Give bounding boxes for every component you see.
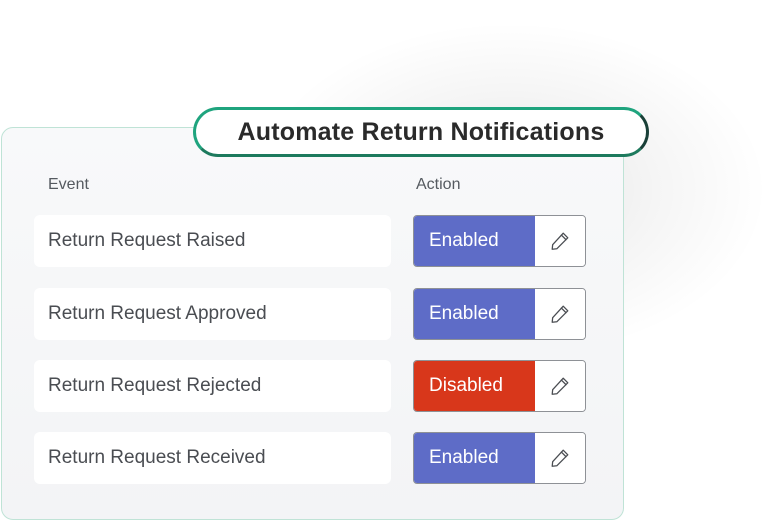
action-group: Enabled [413, 215, 586, 267]
edit-button[interactable] [535, 216, 585, 266]
status-toggle-button[interactable]: Disabled [414, 361, 535, 411]
status-toggle-button[interactable]: Enabled [414, 216, 535, 266]
pencil-icon [551, 232, 569, 250]
action-group: Enabled [413, 288, 586, 340]
edit-button[interactable] [535, 433, 585, 483]
pencil-icon [551, 449, 569, 467]
event-label: Return Request Raised [34, 215, 391, 267]
event-label: Return Request Rejected [34, 360, 391, 412]
pencil-icon [551, 377, 569, 395]
action-column-header: Action [416, 176, 461, 193]
notification-row: Return Request Approved Enabled [0, 288, 640, 340]
action-group: Disabled [413, 360, 586, 412]
event-column-header: Event [48, 176, 89, 193]
card-title: Automate Return Notifications [193, 107, 649, 157]
stage: Automate Return Notifications Event Acti… [0, 0, 766, 523]
notification-row: Return Request Rejected Disabled [0, 360, 640, 412]
notification-row: Return Request Received Enabled [0, 432, 640, 484]
status-toggle-button[interactable]: Enabled [414, 289, 535, 339]
action-group: Enabled [413, 432, 586, 484]
event-label: Return Request Received [34, 432, 391, 484]
edit-button[interactable] [535, 289, 585, 339]
edit-button[interactable] [535, 361, 585, 411]
pencil-icon [551, 305, 569, 323]
event-label: Return Request Approved [34, 288, 391, 340]
notification-row: Return Request Raised Enabled [0, 215, 640, 267]
status-toggle-button[interactable]: Enabled [414, 433, 535, 483]
